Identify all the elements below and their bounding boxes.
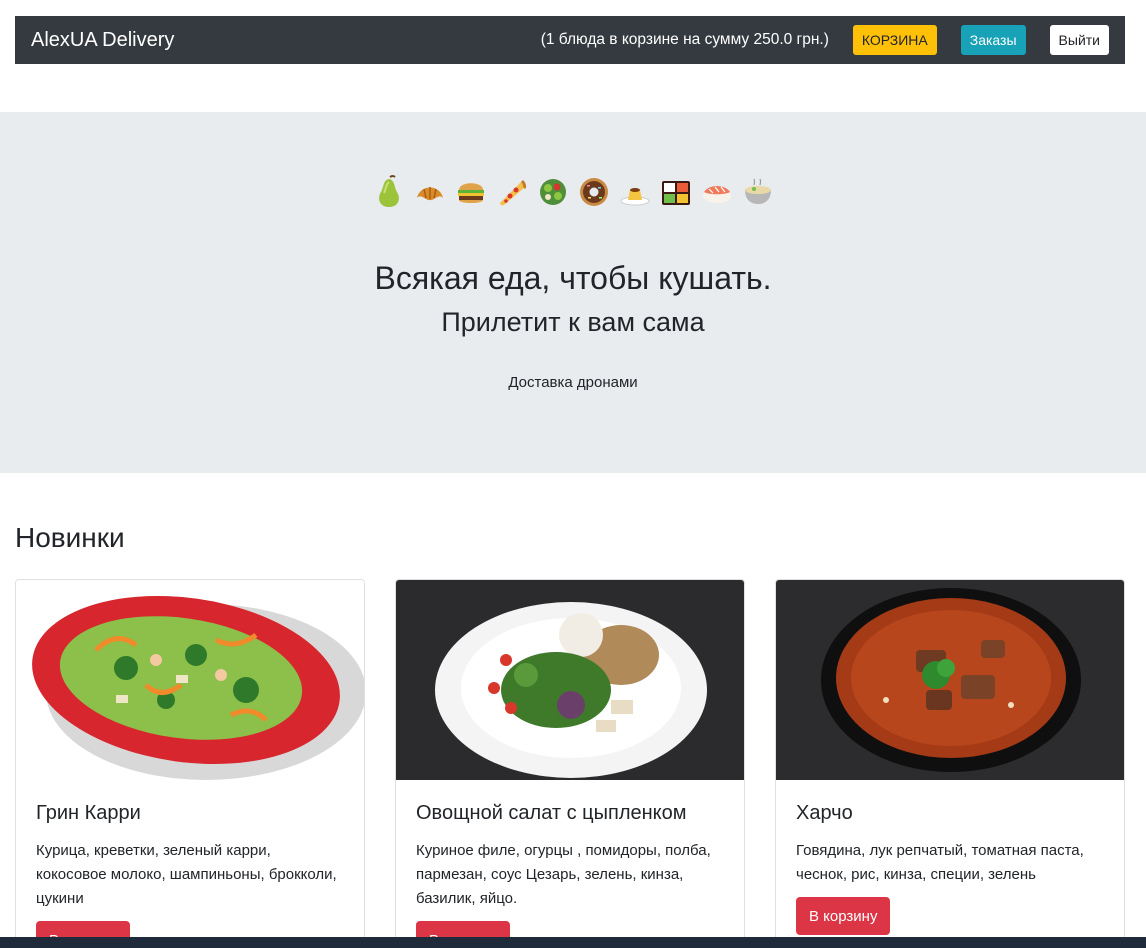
product-card: Харчо Говядина, лук репчатый, томатная п… bbox=[775, 579, 1125, 948]
os-taskbar bbox=[0, 937, 1146, 948]
green-curry-image bbox=[16, 580, 364, 780]
card-title: Овощной салат с цыпленком bbox=[416, 802, 687, 824]
hero-subtitle: Прилетит к вам сама bbox=[441, 307, 705, 337]
card-description: Говядина, лук репчатый, томатная паста, … bbox=[796, 842, 1084, 883]
croissant-icon bbox=[414, 172, 446, 212]
card-body: Харчо Говядина, лук репчатый, томатная п… bbox=[776, 780, 1124, 948]
vegetable-salad-image bbox=[396, 580, 744, 780]
card-title: Грин Карри bbox=[36, 802, 141, 824]
add-to-cart-button[interactable]: В корзину bbox=[796, 897, 891, 935]
card-title: Харчо bbox=[796, 802, 853, 824]
hero-banner: Всякая еда, чтобы кушать. Прилетит к вам… bbox=[0, 112, 1146, 473]
cart-summary: (1 блюда в корзине на сумму 250.0 грн.) bbox=[540, 31, 829, 48]
burger-icon bbox=[455, 172, 487, 212]
section-title: Новинки bbox=[15, 522, 125, 553]
salad-icon bbox=[537, 172, 569, 212]
card-description: Куриное филе, огурцы , помидоры, полба, … bbox=[416, 842, 711, 907]
logout-button[interactable]: Выйти bbox=[1049, 25, 1109, 55]
card-body: Овощной салат с цыпленком Куриное филе, … bbox=[396, 780, 744, 948]
pudding-icon bbox=[619, 172, 651, 212]
kharcho-soup-image bbox=[776, 580, 1124, 780]
hero-text: Доставка дронами bbox=[508, 374, 638, 391]
product-card: Овощной салат с цыпленком Куриное филе, … bbox=[395, 579, 745, 948]
orders-button[interactable]: Заказы bbox=[960, 25, 1026, 55]
pizza-icon bbox=[496, 172, 528, 212]
food-emoji-row bbox=[0, 172, 1146, 212]
cart-button[interactable]: КОРЗИНА bbox=[852, 25, 937, 55]
soup-icon bbox=[742, 172, 774, 212]
card-body: Грин Карри Курица, креветки, зеленый кар… bbox=[16, 780, 364, 948]
sushi-icon bbox=[701, 172, 733, 212]
bento-icon bbox=[660, 172, 692, 212]
pear-icon bbox=[373, 172, 405, 212]
donut-icon bbox=[578, 172, 610, 212]
card-description: Курица, креветки, зеленый карри, кокосов… bbox=[36, 842, 337, 907]
navbar: AlexUA Delivery (1 блюда в корзине на су… bbox=[15, 16, 1125, 64]
product-card: Грин Карри Курица, креветки, зеленый кар… bbox=[15, 579, 365, 948]
brand-logo[interactable]: AlexUA Delivery bbox=[31, 29, 174, 52]
hero-title: Всякая еда, чтобы кушать. bbox=[374, 260, 772, 296]
